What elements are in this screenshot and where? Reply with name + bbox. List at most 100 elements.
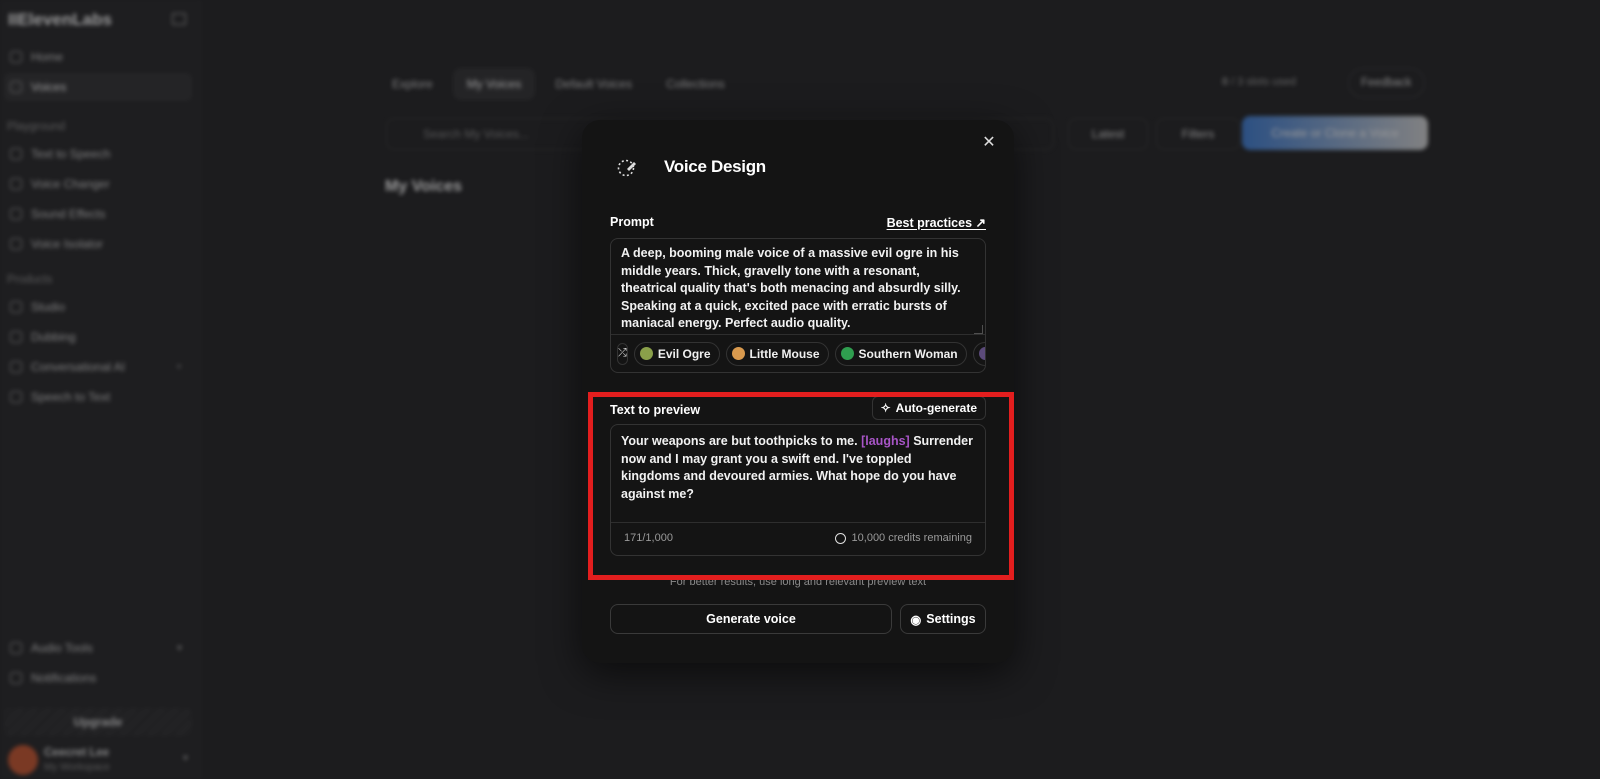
preview-text-part: Your weapons are but toothpicks to me. bbox=[621, 434, 858, 448]
section-products: Products bbox=[7, 274, 53, 286]
char-count: 171/1,000 bbox=[624, 532, 673, 544]
credits-text: 10,000 credits remaining bbox=[851, 532, 972, 544]
credits-remaining: 10,000 credits remaining bbox=[834, 532, 972, 544]
ai-icon bbox=[10, 361, 22, 373]
tools-icon bbox=[10, 642, 22, 654]
preset-label: Southern Woman bbox=[858, 346, 958, 361]
preset-label: Little Mouse bbox=[749, 346, 820, 361]
section-playground: Playground bbox=[7, 121, 66, 133]
sidebar-item-label: Studio bbox=[31, 300, 66, 314]
sidebar-item-sound-effects[interactable]: Sound Effects bbox=[4, 200, 192, 228]
sidebar-item-home[interactable]: Home bbox=[4, 43, 192, 71]
chevron-down-icon: ▾ bbox=[182, 753, 188, 764]
chevron-down-icon: ▾ bbox=[176, 642, 182, 654]
upgrade-label: Upgrade bbox=[73, 715, 123, 729]
preview-footer: 171/1,000 10,000 credits remaining bbox=[611, 522, 985, 555]
user-name: Ceecret Lee bbox=[44, 747, 110, 759]
sidebar-item-label: Voices bbox=[31, 80, 67, 94]
preview-text: Your weapons are but toothpicks to me. [… bbox=[621, 433, 973, 503]
modal-title: Voice Design bbox=[664, 157, 766, 176]
preview-label: Text to preview bbox=[610, 403, 701, 417]
transcript-icon bbox=[10, 391, 22, 403]
user-menu[interactable]: Ceecret Lee My Workspace ▾ bbox=[8, 745, 198, 775]
preview-hint: For better results, use long and relevan… bbox=[669, 576, 927, 588]
sidebar: IIElevenLabs Home Voices Playground Text… bbox=[0, 0, 201, 779]
prompt-textarea[interactable]: A deep, booming male voice of a massive … bbox=[610, 238, 986, 373]
sidebar-item-notifications[interactable]: Notifications bbox=[4, 664, 192, 692]
isolator-icon bbox=[10, 238, 22, 250]
logo: IIElevenLabs bbox=[8, 10, 112, 29]
home-icon bbox=[10, 51, 22, 63]
bell-icon bbox=[10, 672, 22, 684]
upgrade-button[interactable]: Upgrade bbox=[4, 708, 192, 736]
sidebar-item-label: Speech to Text bbox=[31, 390, 111, 404]
page-title: My Voices bbox=[385, 178, 463, 195]
sidebar-item-voice-changer[interactable]: Voice Changer bbox=[4, 170, 192, 198]
preset-chip-southern-woman[interactable]: Southern Woman bbox=[834, 341, 967, 366]
dubbing-icon bbox=[10, 331, 22, 343]
preset-avatar bbox=[978, 347, 985, 360]
auto-generate-button[interactable]: ✧ Auto-generate bbox=[871, 396, 986, 420]
tab-explore[interactable]: Explore bbox=[378, 68, 447, 100]
sidebar-item-label: Voice Isolator bbox=[31, 237, 104, 251]
preset-chip-evil-ogre[interactable]: Evil Ogre bbox=[633, 341, 720, 366]
voice-design-modal: ✕ Voice Design Prompt Best practices ↗ A… bbox=[582, 120, 1014, 663]
sidebar-item-label: Text to Speech bbox=[31, 147, 111, 161]
preview-textarea[interactable]: Your weapons are but toothpicks to me. [… bbox=[610, 424, 986, 556]
more-presets-button[interactable]: › bbox=[972, 341, 985, 366]
sidebar-item-label: Notifications bbox=[31, 671, 97, 685]
settings-label: Settings bbox=[926, 612, 976, 626]
sort-latest-button[interactable]: Latest bbox=[1068, 118, 1148, 150]
sidebar-item-label: Audio Tools bbox=[31, 641, 93, 655]
sidebar-item-label: Dubbing bbox=[31, 330, 76, 344]
preset-label: Evil Ogre bbox=[657, 346, 711, 361]
sparkle-icon: ✧ bbox=[880, 401, 891, 415]
sidebar-item-studio[interactable]: Studio bbox=[4, 293, 192, 321]
sidebar-item-text-to-speech[interactable]: Text to Speech bbox=[4, 140, 192, 168]
plus-icon: + bbox=[176, 361, 182, 373]
credits-icon bbox=[834, 532, 846, 544]
slots-count: 0 bbox=[1222, 76, 1229, 88]
resize-handle[interactable] bbox=[974, 325, 983, 334]
prompt-presets: ⤮ Evil Ogre Little Mouse Southern Woman … bbox=[611, 334, 985, 372]
sidebar-item-conversational-ai[interactable]: Conversational AI + bbox=[4, 353, 192, 381]
tab-my-voices[interactable]: My Voices bbox=[452, 68, 536, 100]
preset-avatar bbox=[731, 347, 745, 360]
settings-button[interactable]: ◉ Settings bbox=[900, 604, 986, 634]
tab-default-voices[interactable]: Default Voices bbox=[541, 68, 646, 100]
prompt-label: Prompt bbox=[610, 215, 654, 229]
sidebar-item-label: Conversational AI bbox=[31, 360, 126, 374]
laughs-tag: [laughs] bbox=[861, 434, 910, 448]
sidebar-item-speech-to-text[interactable]: Speech to Text bbox=[4, 383, 192, 411]
studio-icon bbox=[10, 301, 22, 313]
preset-chip-little-mouse[interactable]: Little Mouse bbox=[725, 341, 829, 366]
sound-icon bbox=[10, 208, 22, 220]
eye-icon: ◉ bbox=[910, 612, 922, 627]
sidebar-item-voice-isolator[interactable]: Voice Isolator bbox=[4, 230, 192, 258]
preset-avatar bbox=[840, 347, 854, 360]
close-icon[interactable]: ✕ bbox=[980, 134, 998, 152]
collapse-sidebar-icon[interactable] bbox=[172, 13, 186, 25]
shuffle-icon[interactable]: ⤮ bbox=[617, 342, 628, 365]
sidebar-item-voices[interactable]: Voices bbox=[4, 73, 192, 101]
sidebar-item-label: Home bbox=[31, 50, 64, 64]
avatar bbox=[8, 745, 38, 775]
best-practices-link[interactable]: Best practices ↗ bbox=[887, 215, 986, 230]
auto-generate-label: Auto-generate bbox=[895, 401, 977, 415]
sidebar-item-label: Sound Effects bbox=[31, 207, 106, 221]
sidebar-item-audio-tools[interactable]: Audio Tools ▾ bbox=[4, 634, 192, 662]
generate-voice-button[interactable]: Generate voice bbox=[610, 604, 892, 634]
feedback-button[interactable]: Feedback bbox=[1348, 68, 1425, 98]
sidebar-item-dubbing[interactable]: Dubbing bbox=[4, 323, 192, 351]
voices-tabs: Explore My Voices Default Voices Collect… bbox=[378, 68, 739, 100]
sidebar-item-label: Voice Changer bbox=[31, 177, 110, 191]
filters-button[interactable]: Filters bbox=[1156, 118, 1240, 150]
voice-icon bbox=[10, 178, 22, 190]
preset-avatar bbox=[639, 347, 653, 360]
tab-collections[interactable]: Collections bbox=[652, 68, 739, 100]
workspace-name: My Workspace bbox=[44, 762, 110, 773]
slots-text: / 3 slots used bbox=[1231, 76, 1297, 88]
create-voice-button[interactable]: Create or Clone a Voice bbox=[1242, 116, 1428, 150]
text-icon bbox=[10, 148, 22, 160]
grid-icon bbox=[10, 81, 22, 93]
